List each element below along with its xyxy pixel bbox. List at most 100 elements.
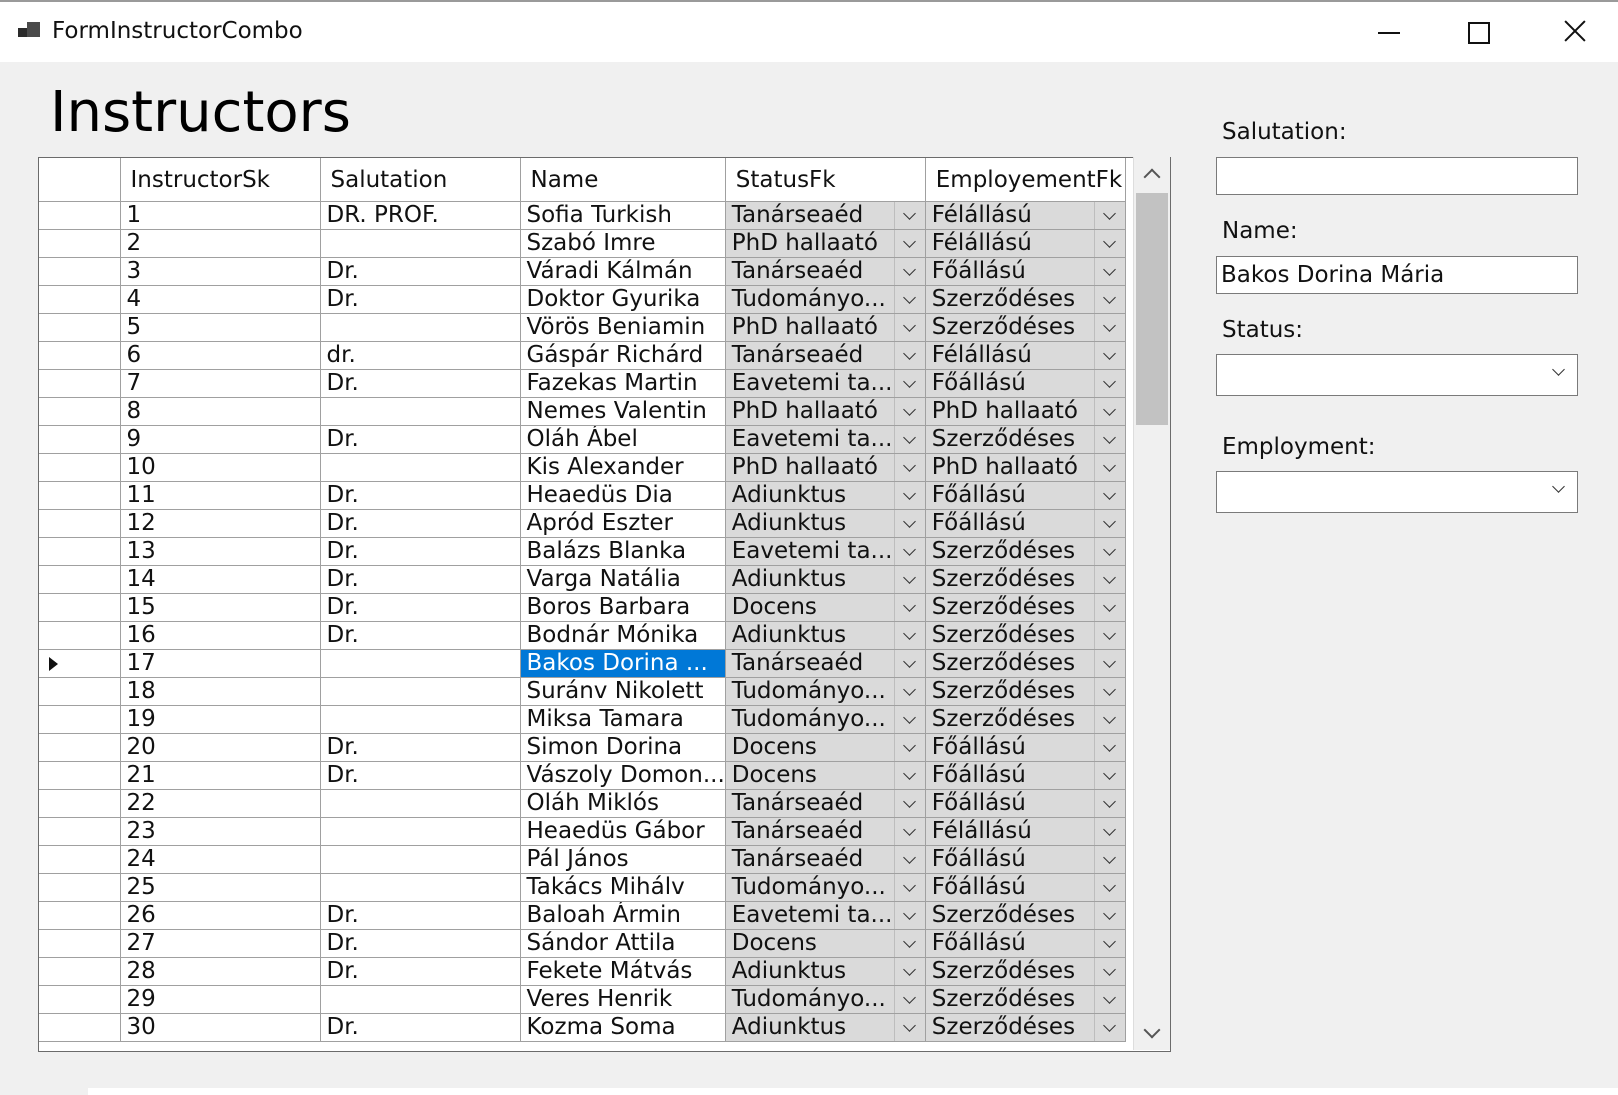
cell-statusfk[interactable]: Eavetemi ta... <box>725 425 926 454</box>
combo-cell-dropdown-button[interactable] <box>893 566 925 593</box>
column-header-rowheader[interactable] <box>39 158 121 202</box>
cell-salutation[interactable]: Dr. <box>320 1013 521 1042</box>
row-header[interactable] <box>39 257 121 286</box>
cell-salutation[interactable]: Dr. <box>320 257 521 286</box>
status-combobox[interactable] <box>1216 354 1578 396</box>
cell-name[interactable]: Suránv Nikolett <box>520 677 726 706</box>
row-header[interactable] <box>39 817 121 846</box>
instructors-grid[interactable]: InstructorSk Salutation Name StatusFk Em… <box>38 157 1171 1052</box>
cell-statusfk[interactable]: Tanárseaéd <box>725 789 926 818</box>
combo-cell-dropdown-button[interactable] <box>1093 958 1125 985</box>
combo-cell-dropdown-button[interactable] <box>1093 706 1125 733</box>
cell-employementfk[interactable]: Főállású <box>925 873 1126 902</box>
cell-instructorsk[interactable]: 19 <box>120 705 321 734</box>
cell-statusfk[interactable]: Tudományo... <box>725 677 926 706</box>
cell-name[interactable]: Heaedüs Dia <box>520 481 726 510</box>
combo-cell-dropdown-button[interactable] <box>893 314 925 341</box>
row-header[interactable] <box>39 229 121 258</box>
table-row[interactable]: 13 Dr. Balázs Blanka Eavetemi ta... Szerződé… <box>39 537 1126 566</box>
row-header[interactable] <box>39 789 121 818</box>
cell-instructorsk[interactable]: 23 <box>120 817 321 846</box>
cell-name[interactable]: Oláh Ábel <box>520 425 726 454</box>
table-row[interactable]: 6 dr. Gáspár Richárd Tanárseaéd Félállású <box>39 341 1126 370</box>
cell-name[interactable]: Miksa Tamara <box>520 705 726 734</box>
column-header-salutation[interactable]: Salutation <box>320 158 521 202</box>
cell-statusfk[interactable]: Docens <box>725 733 926 762</box>
cell-name[interactable]: Pál János <box>520 845 726 874</box>
name-field[interactable] <box>1216 256 1578 294</box>
minimize-button[interactable] <box>1342 8 1432 56</box>
combo-cell-dropdown-button[interactable] <box>1093 986 1125 1013</box>
cell-instructorsk[interactable]: 9 <box>120 425 321 454</box>
cell-statusfk[interactable]: Adiunktus <box>725 509 926 538</box>
cell-employementfk[interactable]: Főállású <box>925 257 1126 286</box>
combo-cell-dropdown-button[interactable] <box>893 510 925 537</box>
scroll-up-button[interactable] <box>1134 157 1170 191</box>
cell-name[interactable]: Heaedüs Gábor <box>520 817 726 846</box>
cell-salutation[interactable]: Dr. <box>320 901 521 930</box>
cell-statusfk[interactable]: Tanárseaéd <box>725 201 926 230</box>
cell-statusfk[interactable]: Tudományo... <box>725 285 926 314</box>
cell-employementfk[interactable]: Főállású <box>925 845 1126 874</box>
row-header[interactable] <box>39 733 121 762</box>
cell-employementfk[interactable]: Főállású <box>925 929 1126 958</box>
cell-name[interactable]: Fekete Mátvás <box>520 957 726 986</box>
table-row[interactable]: 18 Suránv Nikolett Tudományo... Szerződéses <box>39 677 1126 706</box>
table-row[interactable]: 29 Veres Henrik Tudományo... Szerződéses <box>39 985 1126 1014</box>
row-header[interactable] <box>39 481 121 510</box>
cell-salutation[interactable]: Dr. <box>320 537 521 566</box>
cell-salutation[interactable] <box>320 313 521 342</box>
combo-cell-dropdown-button[interactable] <box>1093 510 1125 537</box>
cell-instructorsk[interactable]: 20 <box>120 733 321 762</box>
table-row[interactable]: 28 Dr. Fekete Mátvás Adiunktus Szerződéses <box>39 957 1126 986</box>
table-row[interactable]: 1 DR. PROF. Sofia Turkish Tanárseaéd Félállá… <box>39 201 1126 230</box>
cell-instructorsk[interactable]: 27 <box>120 929 321 958</box>
combo-cell-dropdown-button[interactable] <box>893 902 925 929</box>
row-header[interactable] <box>39 201 121 230</box>
cell-statusfk[interactable]: Docens <box>725 593 926 622</box>
cell-employementfk[interactable]: Szerződéses <box>925 677 1126 706</box>
cell-salutation[interactable] <box>320 229 521 258</box>
combo-cell-dropdown-button[interactable] <box>1093 902 1125 929</box>
cell-name[interactable]: Oláh Miklós <box>520 789 726 818</box>
cell-instructorsk[interactable]: 8 <box>120 397 321 426</box>
cell-employementfk[interactable]: Szerződéses <box>925 593 1126 622</box>
combo-cell-dropdown-button[interactable] <box>1093 762 1125 789</box>
cell-employementfk[interactable]: Főállású <box>925 789 1126 818</box>
cell-instructorsk[interactable]: 25 <box>120 873 321 902</box>
combo-cell-dropdown-button[interactable] <box>893 230 925 257</box>
cell-salutation[interactable] <box>320 397 521 426</box>
combo-cell-dropdown-button[interactable] <box>1093 622 1125 649</box>
cell-salutation[interactable]: Dr. <box>320 565 521 594</box>
combo-cell-dropdown-button[interactable] <box>893 622 925 649</box>
cell-name[interactable]: Boros Barbara <box>520 593 726 622</box>
table-row[interactable]: 22 Oláh Miklós Tanárseaéd Főállású <box>39 789 1126 818</box>
cell-employementfk[interactable]: Szerződéses <box>925 649 1126 678</box>
cell-salutation[interactable] <box>320 649 521 678</box>
table-row[interactable]: 3 Dr. Váradi Kálmán Tanárseaéd Főállású <box>39 257 1126 286</box>
grid-vertical-scrollbar[interactable] <box>1133 157 1170 1050</box>
combo-cell-dropdown-button[interactable] <box>893 930 925 957</box>
combo-cell-dropdown-button[interactable] <box>893 650 925 677</box>
cell-employementfk[interactable]: Szerződéses <box>925 705 1126 734</box>
row-header[interactable] <box>39 929 121 958</box>
cell-statusfk[interactable]: Tudományo... <box>725 985 926 1014</box>
row-header[interactable] <box>39 425 121 454</box>
row-header[interactable] <box>39 565 121 594</box>
combo-cell-dropdown-button[interactable] <box>1093 538 1125 565</box>
table-row[interactable]: 27 Dr. Sándor Attila Docens Főállású <box>39 929 1126 958</box>
table-row[interactable]: 15 Dr. Boros Barbara Docens Szerződéses <box>39 593 1126 622</box>
cell-name[interactable]: Kis Alexander <box>520 453 726 482</box>
cell-instructorsk[interactable]: 4 <box>120 285 321 314</box>
combo-cell-dropdown-button[interactable] <box>893 426 925 453</box>
cell-employementfk[interactable]: Főállású <box>925 733 1126 762</box>
combo-cell-dropdown-button[interactable] <box>1093 818 1125 845</box>
row-header[interactable] <box>39 677 121 706</box>
cell-employementfk[interactable]: Szerződéses <box>925 985 1126 1014</box>
cell-employementfk[interactable]: Főállású <box>925 761 1126 790</box>
cell-instructorsk[interactable]: 17 <box>120 649 321 678</box>
cell-statusfk[interactable]: Docens <box>725 929 926 958</box>
cell-statusfk[interactable]: Eavetemi ta... <box>725 901 926 930</box>
cell-salutation[interactable] <box>320 873 521 902</box>
cell-salutation[interactable] <box>320 817 521 846</box>
